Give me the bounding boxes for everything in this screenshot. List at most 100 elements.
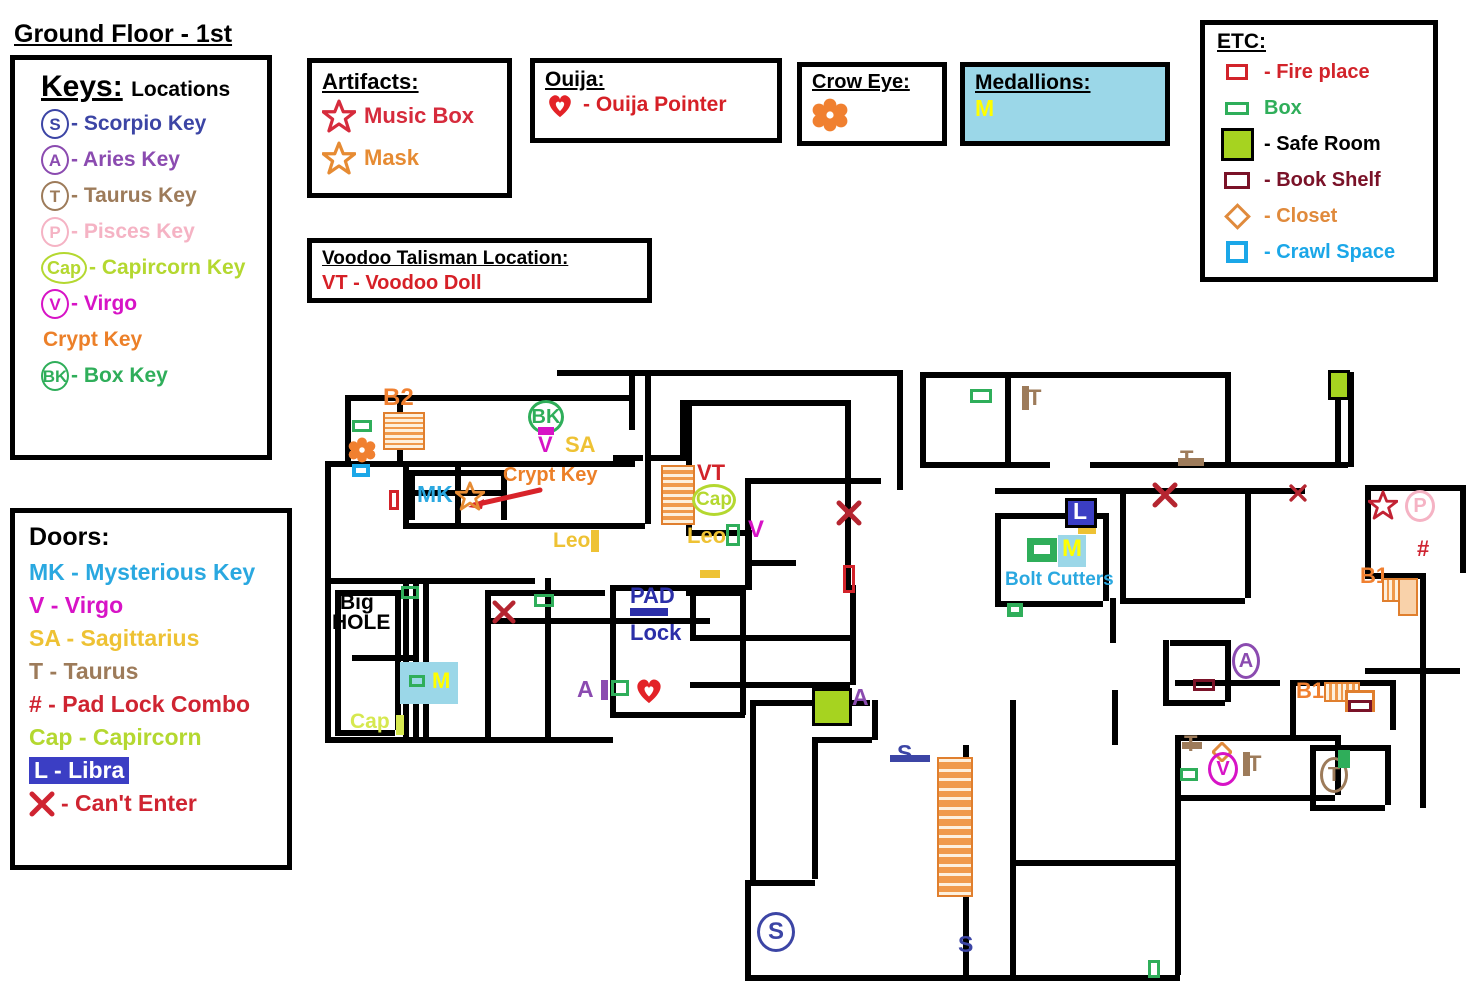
wall-segment	[1460, 485, 1466, 573]
fireplace-icon	[389, 490, 399, 510]
stairs-b1-upper-ext	[1398, 578, 1418, 616]
map-label-medallion_bolt: M	[1062, 535, 1082, 562]
wall-segment	[995, 513, 1001, 601]
door-aries-left	[601, 680, 608, 700]
wall-segment	[403, 395, 635, 401]
wall-segment	[1365, 668, 1420, 674]
map-page: Ground Floor - 1st Keys: Locations S- Sc…	[0, 0, 1480, 990]
wall-segment	[1420, 573, 1426, 668]
wall-segment	[1175, 860, 1181, 975]
map-label-sa_door: SA	[565, 432, 596, 457]
wall-segment	[645, 440, 651, 524]
box-icon	[1148, 960, 1160, 978]
map-label-mk_door: MK	[417, 481, 453, 507]
wall-segment	[750, 700, 756, 880]
wall-segment	[920, 372, 926, 462]
wall-segment	[629, 370, 635, 430]
wall-segment	[1175, 680, 1280, 686]
wall-segment	[1235, 735, 1335, 741]
map-label-bolt_cutters: Bolt Cutters	[1005, 569, 1114, 590]
map-label-big_hole_1: Big	[340, 591, 374, 614]
wall-segment	[850, 585, 856, 685]
box-inner	[1034, 545, 1050, 554]
wall-segment	[1120, 488, 1245, 494]
wall-segment	[325, 578, 405, 584]
wall-segment	[1310, 805, 1385, 811]
wall-segment	[1090, 462, 1225, 468]
wall-segment	[423, 578, 429, 738]
box-icon	[611, 680, 629, 696]
map-label-leo_mid: Leo	[687, 523, 727, 548]
map-label-s_stair_bottom: S	[958, 931, 974, 957]
wall-segment	[403, 523, 455, 529]
map-label-hash: #	[1417, 536, 1430, 561]
wall-segment	[897, 370, 903, 490]
box-inner2	[1011, 607, 1019, 612]
wall-segment	[740, 585, 746, 715]
map-label-b2: B2	[383, 384, 414, 411]
wall-segment	[1170, 640, 1225, 646]
heart-icon	[634, 676, 664, 709]
door-taurus-br2	[1243, 752, 1250, 776]
map-key-marker-virgo_br: V	[1208, 752, 1238, 786]
wall-segment	[1385, 745, 1391, 805]
wall-segment	[1005, 372, 1011, 462]
wall-segment	[325, 461, 331, 739]
map-label-t_top: T	[1028, 385, 1042, 410]
wall-segment	[455, 523, 645, 529]
map-key-marker-aries_right: A	[1232, 643, 1260, 679]
map-label-libra: L	[1073, 498, 1088, 524]
map-label-cap_bottom: Cap	[350, 710, 390, 733]
wall-segment	[557, 370, 897, 376]
wall-segment	[872, 700, 878, 740]
box-icon	[1338, 750, 1350, 768]
bookshelf-icon	[1348, 700, 1372, 712]
box-icon	[409, 675, 425, 687]
box-icon	[401, 586, 419, 599]
map-label-crypt_key: Crypt Key	[503, 464, 598, 486]
door-scorpio-stair	[890, 755, 930, 762]
door-cap-bottom	[396, 715, 404, 735]
wall-segment	[1110, 598, 1116, 643]
map-label-leo_left: Leo	[553, 529, 591, 552]
wall-segment	[690, 635, 850, 641]
door-taurus-mid	[1178, 458, 1204, 466]
safe-room-icon	[1328, 370, 1350, 400]
wall-segment	[1175, 735, 1181, 795]
map-key-marker-s_circle: S	[757, 912, 795, 952]
red-x-icon	[1289, 484, 1307, 507]
door-taurus-top	[1022, 386, 1029, 410]
wall-segment	[650, 455, 690, 461]
wall-segment	[845, 400, 851, 590]
map-label-v_door_mid: V	[748, 516, 765, 543]
wall-segment	[920, 372, 1225, 378]
map-key-marker-cap_mid: Cap	[692, 484, 736, 516]
wall-segment	[812, 737, 872, 743]
wall-segment	[690, 590, 696, 640]
wall-segment	[1225, 372, 1231, 462]
map-label-v_door_top: V	[538, 432, 553, 457]
door-leo-mid	[700, 570, 720, 578]
wall-segment	[812, 737, 818, 879]
wall-segment	[746, 478, 881, 484]
wall-segment	[1010, 700, 1016, 980]
stairs-main-icon	[937, 757, 973, 897]
map-label-b1_lower: B1	[1296, 678, 1325, 703]
red-x-icon	[1152, 482, 1178, 513]
door-taurus-br	[1182, 742, 1202, 749]
red-x-icon	[836, 500, 862, 531]
door-sagittarius-left	[591, 530, 599, 552]
door-libra-small	[1078, 528, 1096, 534]
crawl-space-icon	[352, 464, 370, 477]
box-icon	[352, 420, 372, 432]
wall-segment	[746, 560, 796, 566]
floor-plan-map: B2 BK V SA Crypt Key MK Leo Big HOLE M Cap A PAD Lock…	[0, 0, 1480, 990]
wall-segment	[1240, 462, 1348, 468]
wall-segment	[409, 470, 501, 476]
music-box-star-icon	[1367, 490, 1399, 525]
fireplace-icon	[843, 565, 855, 593]
wall-segment	[1175, 795, 1181, 860]
wall-segment	[352, 655, 414, 661]
stairs-b2-icon	[383, 412, 425, 450]
wall-segment	[485, 590, 491, 740]
